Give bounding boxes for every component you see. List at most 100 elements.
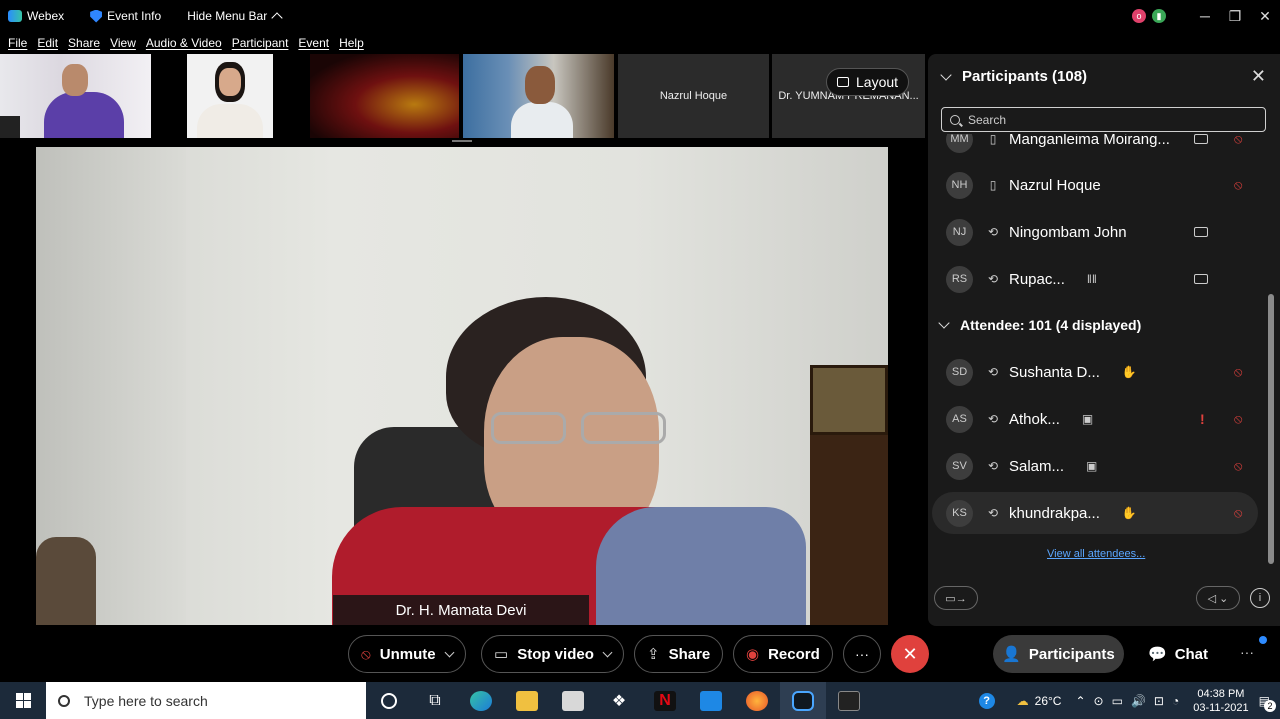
more-options-button[interactable]: ··· — [843, 635, 881, 673]
camera-icon — [1194, 134, 1208, 144]
leave-meeting-button[interactable]: ✕ — [891, 635, 929, 673]
move-to-panelist-button[interactable]: ▭→ — [934, 586, 978, 610]
list-item[interactable]: KS ⟲ khundrakpa... ✋ ⦸ — [932, 492, 1258, 534]
menu-file[interactable]: File — [8, 36, 27, 50]
webex-taskbar-icon[interactable] — [780, 682, 826, 719]
panel-title: Participants (108) — [962, 68, 1088, 85]
display-icon[interactable]: ⊡ — [1154, 694, 1164, 708]
main-speaker-video[interactable]: Dr. H. Mamata Devi — [36, 147, 888, 625]
avatar: SV — [946, 452, 973, 480]
volume-icon[interactable]: 🔊 — [1131, 694, 1146, 708]
info-icon[interactable]: i — [1250, 588, 1270, 608]
menu-event[interactable]: Event — [298, 36, 329, 50]
file-explorer-icon[interactable] — [504, 682, 550, 719]
taskbar-search-input[interactable]: Type here to search — [46, 682, 366, 719]
stop-video-button[interactable]: ▭ Stop video — [481, 635, 624, 673]
help-icon[interactable]: ? — [978, 692, 995, 709]
video-thumbnail-2[interactable] — [155, 54, 306, 138]
participants-button[interactable]: 👤 Participants — [993, 635, 1124, 673]
firefox-icon[interactable] — [734, 682, 780, 719]
menu-participant[interactable]: Participant — [232, 36, 289, 50]
mic-muted-icon[interactable]: ⦸ — [1234, 411, 1242, 427]
list-item[interactable]: SD ⟲ Sushanta D... ✋ ⦸ — [932, 351, 1258, 393]
web-client-icon: ⟲ — [987, 412, 999, 426]
temperature[interactable]: 26°C — [1035, 694, 1062, 708]
mic-muted-icon[interactable]: ⦸ — [1234, 134, 1242, 147]
terminal-icon[interactable] — [826, 682, 872, 719]
list-item[interactable]: NJ ⟲ Ningombam John — [932, 211, 1258, 253]
list-item[interactable]: AS ⟲ Athok... ▣ ! ⦸ — [932, 398, 1258, 440]
unmute-button[interactable]: ⦸ Unmute — [348, 635, 466, 673]
store-icon[interactable] — [550, 682, 596, 719]
record-button[interactable]: ◉ Record — [733, 635, 833, 673]
video-thumbnail-1[interactable] — [0, 54, 151, 138]
start-button[interactable] — [0, 693, 46, 708]
chair-left — [36, 537, 96, 625]
attendee-section-header[interactable]: Attendee: 101 (4 displayed) — [938, 317, 1141, 333]
weather-icon[interactable]: ☁ — [1017, 694, 1029, 708]
layout-button[interactable]: Layout — [826, 68, 910, 96]
webex-logo-icon — [8, 10, 22, 22]
speaker-name-label: Dr. H. Mamata Devi — [333, 595, 589, 625]
notification-center-icon[interactable]: ▤ 2 — [1259, 694, 1276, 712]
video-thumbnail-5[interactable]: Nazrul Hoque — [618, 54, 769, 138]
cortana-icon[interactable] — [366, 682, 412, 719]
list-item[interactable]: RS ⟲ Rupac... ‖‖ — [932, 258, 1258, 300]
video-thumbnail-6[interactable]: Dr. YUMNAM PREMANAN... — [772, 54, 925, 138]
mic-muted-icon[interactable]: ⦸ — [1234, 364, 1242, 380]
participant-name: Salam... — [1009, 457, 1065, 475]
share-label: Share — [668, 645, 711, 663]
list-item[interactable]: SV ⟲ Salam... ▣ ⦸ — [932, 445, 1258, 487]
user-avatar[interactable]: o — [1132, 9, 1146, 23]
taskbar-clock[interactable]: 04:38 PM 03-11-2021 — [1193, 687, 1248, 715]
person-head — [62, 64, 88, 96]
wifi-icon[interactable]: ◔ — [1172, 694, 1179, 708]
resize-handle[interactable] — [452, 140, 472, 142]
restore-button[interactable]: ❐ — [1220, 8, 1250, 25]
more-panels-button[interactable]: ··· — [1240, 644, 1254, 660]
video-camera-icon: ▭ — [494, 646, 509, 663]
webex-tray-icon[interactable]: ⊙ — [1094, 694, 1104, 708]
thumbnail-name: Nazrul Hoque — [659, 90, 728, 102]
glasses-right — [581, 412, 666, 444]
panel-header[interactable]: Participants (108) — [940, 68, 1088, 85]
netflix-icon[interactable]: N — [642, 682, 688, 719]
event-info-button[interactable]: Event Info — [90, 9, 161, 23]
chevron-down-icon — [938, 317, 950, 329]
mail-icon[interactable] — [688, 682, 734, 719]
panel-scrollbar[interactable] — [1268, 144, 1274, 574]
tray-expand-icon[interactable]: ⌃ — [1075, 694, 1085, 708]
chair-shape — [0, 116, 20, 138]
menu-help[interactable]: Help — [339, 36, 364, 50]
video-thumbnail-4[interactable] — [463, 54, 614, 138]
close-window-button[interactable]: ✕ — [1250, 8, 1280, 25]
mic-muted-icon[interactable]: ⦸ — [1234, 505, 1242, 521]
close-panel-button[interactable]: ✕ — [1251, 66, 1266, 87]
dropbox-icon[interactable]: ❖ — [596, 682, 642, 719]
chat-button[interactable]: 💬 Chat — [1148, 635, 1208, 673]
menu-view[interactable]: View — [110, 36, 136, 50]
edge-icon[interactable] — [458, 682, 504, 719]
minimize-button[interactable]: ─ — [1190, 8, 1220, 24]
hide-menu-bar-button[interactable]: Hide Menu Bar — [187, 9, 283, 24]
menu-edit[interactable]: Edit — [37, 36, 58, 50]
battery-icon[interactable]: ▭ — [1112, 694, 1123, 708]
list-item[interactable]: MM ▯ Manganleima Moirang... ⦸ — [932, 134, 1258, 160]
task-view-icon[interactable]: ⧉ — [412, 682, 458, 719]
clock-date: 03-11-2021 — [1193, 701, 1249, 714]
view-all-attendees-link[interactable]: View all attendees... — [1047, 548, 1145, 560]
participant-search-input[interactable]: Search — [941, 107, 1266, 132]
share-button[interactable]: ⇪ Share — [634, 635, 724, 673]
scrollbar-thumb[interactable] — [1268, 294, 1274, 564]
shield-icon — [90, 9, 103, 23]
chevron-down-icon[interactable] — [444, 647, 455, 657]
list-item[interactable]: NH ▯ Nazrul Hoque ⦸ — [932, 164, 1258, 206]
video-thumbnail-3[interactable] — [310, 54, 459, 138]
mic-muted-icon[interactable]: ⦸ — [1234, 458, 1242, 474]
mic-muted-icon[interactable]: ⦸ — [1234, 177, 1242, 193]
mute-options-button[interactable]: ◁ ⌄ — [1196, 586, 1240, 610]
network-status-icon[interactable]: ▮ — [1152, 9, 1166, 23]
menu-share[interactable]: Share — [68, 36, 100, 50]
menu-audio-video[interactable]: Audio & Video — [146, 36, 222, 50]
chevron-down-icon[interactable] — [602, 647, 613, 657]
